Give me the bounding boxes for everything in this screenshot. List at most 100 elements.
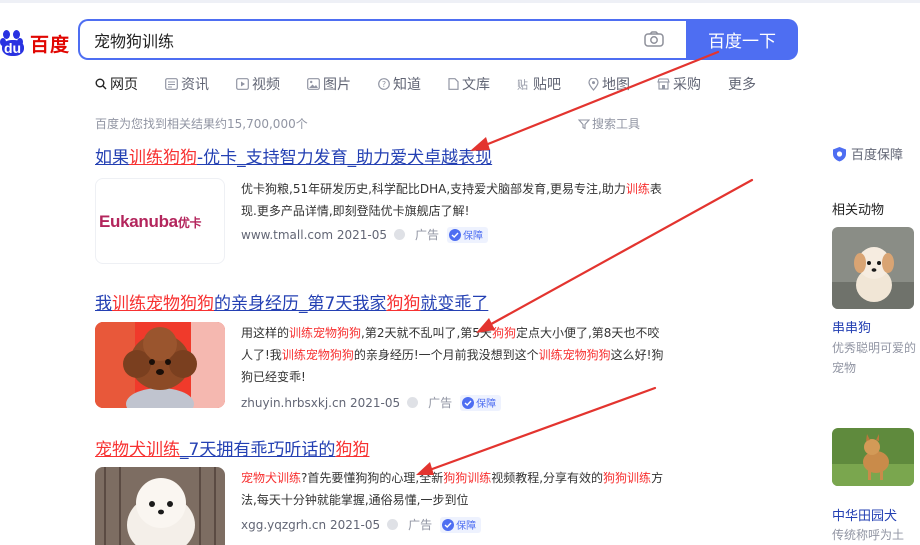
title-text: 就变乖了 (420, 294, 489, 314)
logo-du-text: du (4, 40, 22, 56)
tab-video[interactable]: 视频 (236, 73, 280, 95)
result-meta: www.tmall.com 2021-05 广告 保障 (241, 226, 488, 243)
paw-logo-icon: du (0, 30, 28, 56)
pomeranian-photo-icon (95, 467, 225, 545)
tab-label: 网页 (110, 77, 138, 93)
title-highlight: 宠物犬训练 (95, 440, 180, 460)
result-url[interactable]: zhuyin.hrbsxkj.cn 2021-05 (241, 396, 400, 410)
search-button[interactable]: 百度一下 (686, 19, 798, 60)
tab-wenku[interactable]: 文库 (448, 73, 490, 95)
result-thumbnail[interactable] (95, 322, 225, 408)
baidu-guarantee-link[interactable]: 百度保障 (832, 144, 903, 163)
video-icon (236, 78, 249, 90)
shop-icon (657, 78, 670, 90)
search-bar: 百度一下 (78, 19, 798, 60)
title-text: 如果 (95, 148, 129, 168)
animal-name-link[interactable]: 串串狗 (832, 317, 871, 336)
result-url[interactable]: xgg.yqzgrh.cn 2021-05 (241, 518, 380, 532)
guarantee-badge[interactable]: 保障 (460, 394, 502, 411)
check-icon (448, 228, 461, 241)
result-thumbnail[interactable]: Eukanuba优卡 (95, 178, 225, 264)
svg-text:贴: 贴 (517, 78, 528, 90)
result-meta: xgg.yqzgrh.cn 2021-05 广告 保障 (241, 516, 482, 533)
news-icon (165, 78, 178, 90)
ad-label: 广告 (428, 396, 453, 410)
animal-name-link[interactable]: 中华田园犬 (832, 505, 897, 524)
animal-image[interactable] (832, 227, 914, 309)
tab-zhidao[interactable]: ? 知道 (378, 73, 421, 95)
related-animals-heading: 相关动物 (832, 203, 885, 218)
tab-label: 采购 (673, 77, 701, 93)
result-thumbnail[interactable] (95, 467, 225, 545)
tab-label: 图片 (323, 77, 351, 93)
tab-label: 文库 (462, 77, 490, 93)
tab-web[interactable]: 网页 (95, 73, 138, 95)
document-icon (448, 78, 459, 90)
title-highlight: 训练宠物狗狗 (112, 294, 214, 314)
dog-photo-icon (832, 428, 914, 486)
puppy-photo-icon (832, 227, 914, 309)
search-result: 如果训练狗狗-优卡_支持智力发育_助力爱犬卓越表现 Eukanuba优卡 优卡狗… (95, 143, 675, 264)
tab-label: 地图 (602, 77, 630, 93)
tab-images[interactable]: 图片 (307, 73, 351, 95)
result-snippet: 用这样的训练宠物狗狗,第2天就不乱叫了,第5天狗狗定点大小便了,第8天也不咬人了… (241, 326, 664, 384)
brand-logo-text: Eukanuba (99, 212, 178, 231)
result-url[interactable]: www.tmall.com 2021-05 (241, 228, 387, 242)
result-count: 百度为您找到相关结果约15,700,000个 (95, 117, 308, 131)
info-icon[interactable] (393, 229, 405, 240)
title-highlight: 狗狗 (386, 294, 421, 314)
animal-desc: 优秀聪明可爱的宠物 (832, 341, 917, 375)
guarantee-badge[interactable]: 保障 (446, 226, 488, 243)
title-text: -优卡_支持智力发育_助力爱犬卓越表现 (197, 148, 493, 168)
tab-label: 视频 (252, 77, 280, 93)
tab-label: 贴吧 (533, 77, 561, 93)
svg-text:?: ? (382, 80, 386, 89)
shield-icon (833, 146, 846, 161)
title-text: 我 (95, 294, 112, 314)
search-input[interactable] (78, 19, 690, 60)
title-highlight: 狗狗 (335, 440, 370, 460)
tab-more[interactable]: 更多 (728, 73, 756, 95)
check-icon (442, 518, 455, 531)
filter-icon (578, 118, 590, 129)
info-icon[interactable] (407, 397, 419, 408)
search-icon (95, 78, 107, 90)
ad-label: 广告 (408, 518, 433, 532)
result-snippet: 宠物犬训练?首先要懂狗狗的心理,全新狗狗训练视频教程,分享有效的狗狗训练方法,每… (241, 471, 664, 507)
badge-label: 保障 (456, 521, 477, 532)
tab-news[interactable]: 资讯 (165, 73, 209, 95)
info-icon[interactable] (387, 519, 399, 530)
tab-map[interactable]: 地图 (588, 73, 630, 95)
badge-label: 保障 (462, 231, 483, 242)
guarantee-badge[interactable]: 保障 (440, 516, 482, 533)
result-title-link[interactable]: 如果训练狗狗-优卡_支持智力发育_助力爱犬卓越表现 (95, 143, 675, 168)
search-tools-button[interactable]: 搜索工具 (578, 115, 640, 132)
annotation-arrow (476, 50, 720, 150)
brand-logo-cn: 优卡 (177, 216, 202, 230)
guarantee-label: 百度保障 (851, 148, 904, 163)
tab-tieba[interactable]: 贴 贴吧 (517, 73, 561, 95)
tab-label: 资讯 (181, 77, 209, 93)
title-text: _7天拥有乖巧听话的 (180, 440, 336, 460)
logo-text: 百度 (30, 33, 71, 56)
tools-label: 搜索工具 (592, 117, 641, 131)
result-title-link[interactable]: 宠物犬训练_7天拥有乖巧听话的狗狗 (95, 435, 675, 460)
poodle-photo-icon (95, 322, 225, 408)
title-highlight: 训练狗狗 (129, 148, 197, 168)
image-icon (307, 78, 320, 90)
search-result: 宠物犬训练_7天拥有乖巧听话的狗狗 宠物犬训练?首先要懂狗狗的心理,全新狗狗训练… (95, 435, 675, 545)
title-text: 的亲身经历_第7天我家 (214, 294, 387, 314)
tieba-icon: 贴 (517, 78, 528, 90)
badge-label: 保障 (476, 399, 497, 410)
map-pin-icon (588, 77, 599, 91)
search-result: 我训练宠物狗狗的亲身经历_第7天我家狗狗就变乖了 用这样的训练宠物狗狗,第2天就… (95, 289, 675, 411)
question-icon: ? (378, 78, 390, 90)
camera-icon[interactable] (644, 31, 664, 47)
result-meta: zhuyin.hrbsxkj.cn 2021-05 广告 保障 (241, 394, 502, 411)
top-border (0, 0, 920, 3)
animal-image[interactable] (832, 428, 914, 486)
result-title-link[interactable]: 我训练宠物狗狗的亲身经历_第7天我家狗狗就变乖了 (95, 289, 675, 314)
tab-purchase[interactable]: 采购 (657, 73, 701, 95)
baidu-logo[interactable]: du 百度 (0, 28, 70, 58)
search-tabs: 网页 资讯 视频 图片 ? 知道 文库 贴 贴吧 地图 采购 更多 (95, 73, 783, 95)
